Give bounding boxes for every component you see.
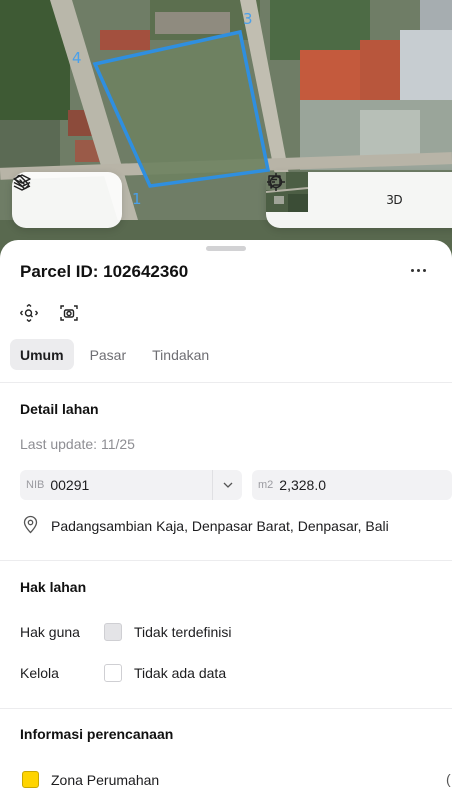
detail-section-title: Detail lahan — [20, 401, 99, 417]
tab-pasar[interactable]: Pasar — [80, 339, 137, 370]
3d-toggle-button[interactable]: 3D — [380, 184, 409, 216]
status-swatch — [104, 664, 122, 682]
nib-value: 00291 — [50, 477, 90, 493]
area-field[interactable]: m2 2,328.0 — [252, 470, 452, 500]
tab-umum[interactable]: Umum — [10, 339, 74, 370]
zoom-to-parcel-icon[interactable] — [18, 302, 40, 324]
last-update-text: Last update: 11/25 — [20, 436, 135, 452]
parcel-action-icons — [18, 302, 80, 324]
address-text: Padangsambian Kaja, Denpasar Barat, Denp… — [51, 518, 389, 534]
zone-row[interactable]: Zona Perumahan — [22, 771, 159, 788]
zone-label: Zona Perumahan — [51, 771, 160, 788]
divider — [0, 382, 452, 383]
chat-icon[interactable] — [268, 175, 452, 216]
map-tools-right: 3D — [266, 172, 452, 228]
parcel-title: Parcel ID: 102642360 — [20, 262, 189, 281]
chevron-down-icon[interactable] — [212, 470, 242, 500]
rights-key: Hak guna — [20, 624, 80, 640]
nib-prefix: NIB — [26, 479, 45, 491]
tab-tindakan[interactable]: Tindakan — [142, 339, 219, 370]
nib-select[interactable]: NIB 00291 — [20, 470, 242, 500]
rights-row-kelola: Kelola Tidak ada data — [20, 664, 226, 682]
screenshot-icon[interactable] — [58, 302, 80, 324]
rights-key: Kelola — [20, 665, 59, 681]
planning-section-title: Informasi perencanaan — [20, 726, 174, 742]
sheet-tabs: Umum Pasar Tindakan — [10, 339, 219, 370]
rights-section-title: Hak lahan — [20, 579, 87, 595]
rights-value: Tidak ada data — [134, 665, 227, 681]
location-pin-icon — [22, 515, 39, 537]
divider — [0, 560, 452, 561]
crosshair-icon[interactable] — [267, 173, 361, 216]
rights-value: Tidak terdefinisi — [134, 624, 232, 640]
vertex-label: 1 — [132, 190, 142, 208]
area-value: 2,328.0 — [279, 477, 326, 493]
map-tools-left — [12, 172, 122, 228]
parcel-bottom-sheet: Parcel ID: 102642360 Umum Pasar Tindakan — [0, 240, 452, 804]
more-horizontal-icon[interactable] — [406, 260, 430, 280]
divider — [0, 708, 452, 709]
zone-color-swatch — [22, 771, 39, 788]
sheet-grabber-handle[interactable] — [206, 246, 246, 251]
area-unit-prefix: m2 — [258, 479, 274, 491]
rights-row-hak-guna: Hak guna Tidak terdefinisi — [20, 623, 232, 641]
layers-icon[interactable] — [13, 174, 60, 216]
vertex-label: 4 — [72, 49, 82, 67]
zone-trailing-text: ( — [446, 771, 451, 787]
ruler-icon[interactable] — [14, 174, 107, 216]
map-view[interactable]: 4 3 1 3D — [0, 0, 452, 260]
address-row: Padangsambian Kaja, Denpasar Barat, Denp… — [22, 515, 389, 537]
vertex-label: 3 — [243, 10, 253, 28]
status-swatch — [104, 623, 122, 641]
